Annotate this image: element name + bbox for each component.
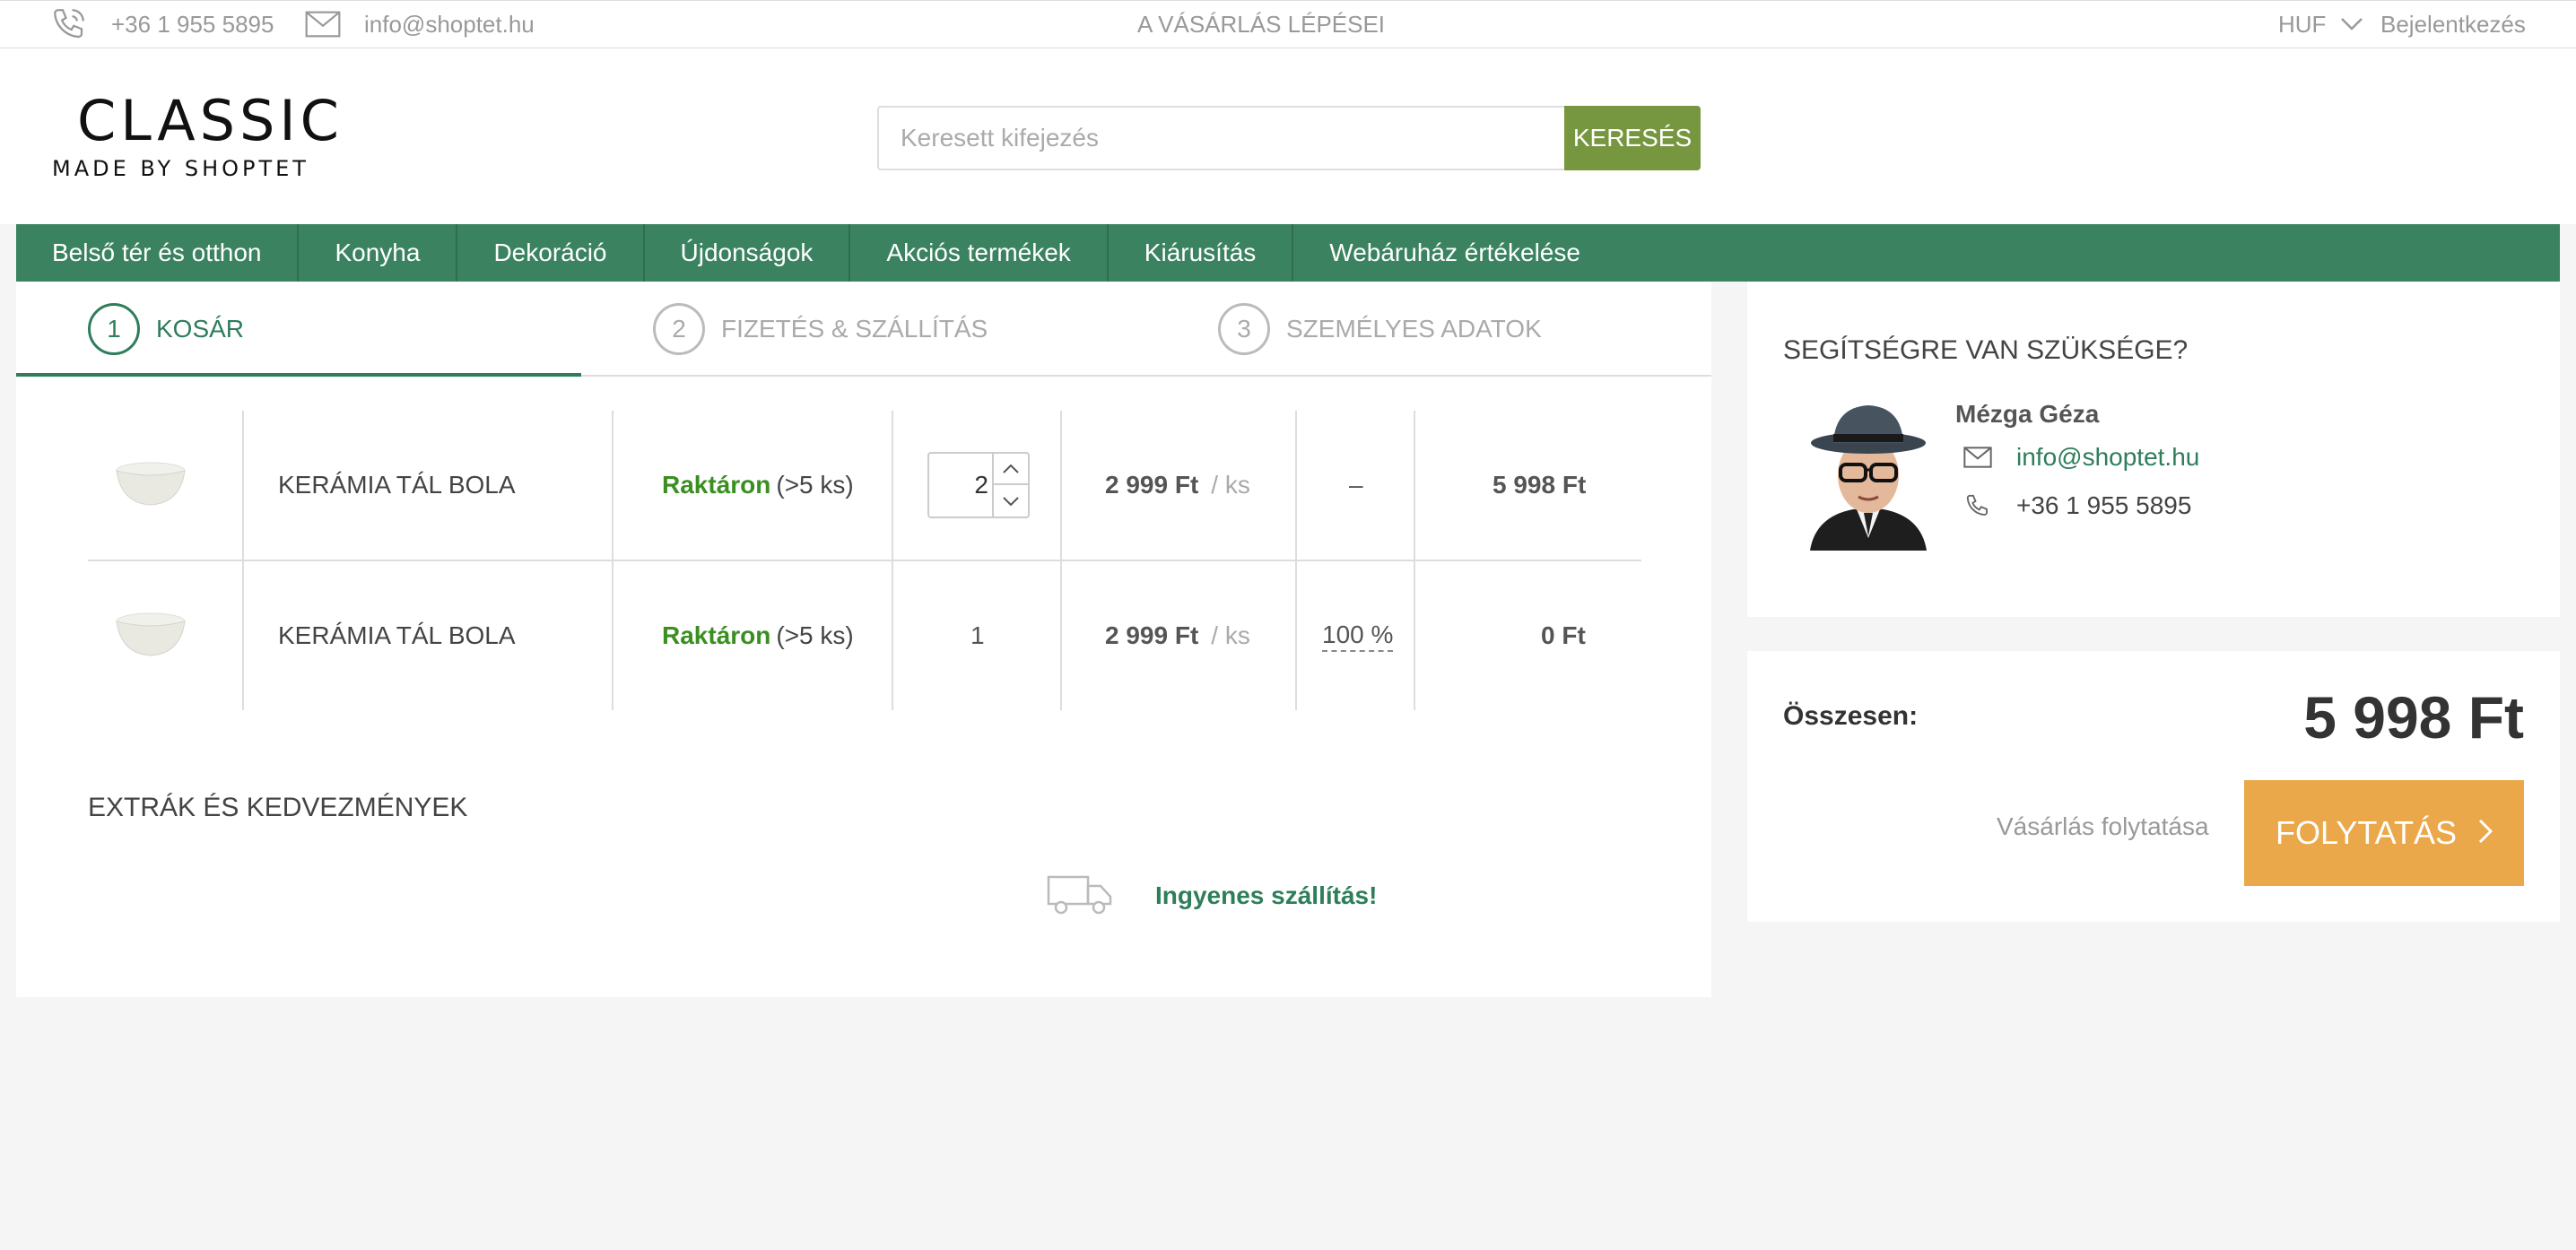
stock-note: (>5 ks) xyxy=(776,471,854,499)
help-panel: SEGÍTSÉGRE VAN SZÜKSÉGE? Mézga Géza info… xyxy=(1747,282,2560,617)
quantity-value: 1 xyxy=(970,621,985,649)
nav-item-kitchen[interactable]: Konyha xyxy=(299,224,458,282)
order-summary: Összesen: 5 998 Ft Vásárlás folytatása F… xyxy=(1747,651,2560,922)
quantity-value[interactable]: 2 xyxy=(974,454,988,516)
chevron-down-icon[interactable] xyxy=(994,485,1028,516)
nav-item-new[interactable]: Újdonságok xyxy=(645,224,851,282)
login-link[interactable]: Bejelentkezés xyxy=(2380,1,2526,48)
cart-row: KERÁMIA TÁL BOLA Raktáron (>5 ks) 1 2 99… xyxy=(88,560,1641,710)
search-input[interactable] xyxy=(877,106,1564,170)
contact-name: Mézga Géza xyxy=(1955,400,2100,428)
step-number: 3 xyxy=(1218,303,1270,355)
contact-email[interactable]: info@shoptet.hu xyxy=(1962,443,2199,472)
top-bar: +36 1 955 5895 info@shoptet.hu A VÁSÁRLÁ… xyxy=(0,0,2576,48)
stock-label: Raktáron xyxy=(662,471,771,499)
mail-icon xyxy=(305,11,341,38)
chevron-up-icon[interactable] xyxy=(994,454,1028,485)
discount-value[interactable]: 100 % xyxy=(1322,620,1394,652)
contact-phone-text: +36 1 955 5895 xyxy=(2016,491,2192,519)
product-name[interactable]: KERÁMIA TÁL BOLA xyxy=(278,561,516,710)
active-step-underline xyxy=(16,373,581,377)
cart-row: KERÁMIA TÁL BOLA Raktáron (>5 ks) 2 2 99… xyxy=(88,411,1641,560)
truck-icon xyxy=(1046,872,1114,921)
contact-phone[interactable]: +36 1 955 5895 xyxy=(1962,491,2191,520)
step-label: SZEMÉLYES ADATOK xyxy=(1286,315,1542,343)
phone-icon xyxy=(50,5,88,43)
nav-item-decoration[interactable]: Dekoráció xyxy=(457,224,645,282)
currency-text: HUF xyxy=(2278,10,2327,38)
header: CLASSIC MADE BY SHOPTET KERESÉS xyxy=(0,48,2576,224)
nav-item-sale[interactable]: Akciós termékek xyxy=(850,224,1109,282)
bowl-image xyxy=(97,582,205,690)
phone-icon xyxy=(1962,492,1993,519)
row-total: 0 Ft xyxy=(1541,621,1586,649)
checkout-steps: 1 KOSÁR 2 FIZETÉS & SZÁLLÍTÁS 3 SZEMÉLYE… xyxy=(16,282,1711,377)
stock-note: (>5 ks) xyxy=(776,621,854,649)
price-unit: / ks xyxy=(1211,621,1250,649)
discount: – xyxy=(1349,471,1363,499)
price-value: 2 999 Ft xyxy=(1105,471,1199,499)
chevron-right-icon xyxy=(2457,814,2493,852)
search-button[interactable]: KERESÉS xyxy=(1564,106,1701,170)
continue-button-label: FOLYTATÁS xyxy=(2275,814,2458,851)
top-email-text: info@shoptet.hu xyxy=(364,10,535,38)
product-image[interactable] xyxy=(97,561,205,710)
step-cart[interactable]: 1 KOSÁR xyxy=(88,282,244,377)
logo-sub[interactable]: MADE BY SHOPTET xyxy=(52,156,309,181)
step-number: 1 xyxy=(88,303,140,355)
nav-item-interior[interactable]: Belső tér és otthon xyxy=(16,224,300,282)
continue-button[interactable]: FOLYTATÁS xyxy=(2244,780,2524,886)
step-personal-data[interactable]: 3 SZEMÉLYES ADATOK xyxy=(1218,282,1542,377)
bowl-image xyxy=(97,431,205,539)
extras-title: EXTRÁK ÉS KEDVEZMÉNYEK xyxy=(88,793,468,822)
contact-email-text[interactable]: info@shoptet.hu xyxy=(2016,443,2199,472)
nav-item-clearance[interactable]: Kiárusítás xyxy=(1109,224,1294,282)
unit-price: 2 999 Ft / ks xyxy=(1105,561,1250,710)
main-navigation: Belső tér és otthon Konyha Dekoráció Újd… xyxy=(16,224,2560,282)
free-shipping-notice: Ingyenes szállítás! xyxy=(1046,864,1377,927)
stock-label: Raktáron xyxy=(662,621,771,649)
avatar xyxy=(1801,402,1936,551)
total-label: Összesen: xyxy=(1783,701,1919,731)
top-phone-text: +36 1 955 5895 xyxy=(111,10,274,38)
top-email[interactable]: info@shoptet.hu xyxy=(305,1,535,48)
product-name[interactable]: KERÁMIA TÁL BOLA xyxy=(278,411,516,560)
quantity-stepper[interactable]: 2 xyxy=(927,411,1030,560)
help-title: SEGÍTSÉGRE VAN SZÜKSÉGE? xyxy=(1783,335,2189,365)
price-value: 2 999 Ft xyxy=(1105,621,1199,649)
discount[interactable]: 100 % xyxy=(1322,561,1394,710)
step-number: 2 xyxy=(653,303,705,355)
chevron-down-icon xyxy=(2340,17,2363,31)
continue-shopping-link[interactable]: Vásárlás folytatása xyxy=(1997,812,2209,841)
cart-panel: 1 KOSÁR 2 FIZETÉS & SZÁLLÍTÁS 3 SZEMÉLYE… xyxy=(16,282,1711,997)
free-shipping-text: Ingyenes szállítás! xyxy=(1155,881,1378,909)
cart-table: KERÁMIA TÁL BOLA Raktáron (>5 ks) 2 2 99… xyxy=(88,411,1641,710)
shopping-steps-link[interactable]: A VÁSÁRLÁS LÉPÉSEI xyxy=(1137,1,1385,48)
nav-item-reviews[interactable]: Webáruház értékelése xyxy=(1293,224,1616,282)
step-payment-shipping[interactable]: 2 FIZETÉS & SZÁLLÍTÁS xyxy=(653,282,988,377)
currency-selector[interactable]: HUF xyxy=(2278,1,2363,48)
step-label: FIZETÉS & SZÁLLÍTÁS xyxy=(721,315,988,343)
unit-price: 2 999 Ft / ks xyxy=(1105,411,1250,560)
row-total: 5 998 Ft xyxy=(1493,471,1587,499)
stock-status: Raktáron (>5 ks) xyxy=(662,561,854,710)
total-value: 5 998 Ft xyxy=(2303,684,2524,751)
logo-main[interactable]: CLASSIC xyxy=(77,88,344,153)
stock-status: Raktáron (>5 ks) xyxy=(662,411,854,560)
step-label: KOSÁR xyxy=(156,315,245,343)
product-image[interactable] xyxy=(97,411,205,560)
top-phone[interactable]: +36 1 955 5895 xyxy=(50,1,274,48)
price-unit: / ks xyxy=(1211,471,1250,499)
mail-icon xyxy=(1962,447,1993,468)
